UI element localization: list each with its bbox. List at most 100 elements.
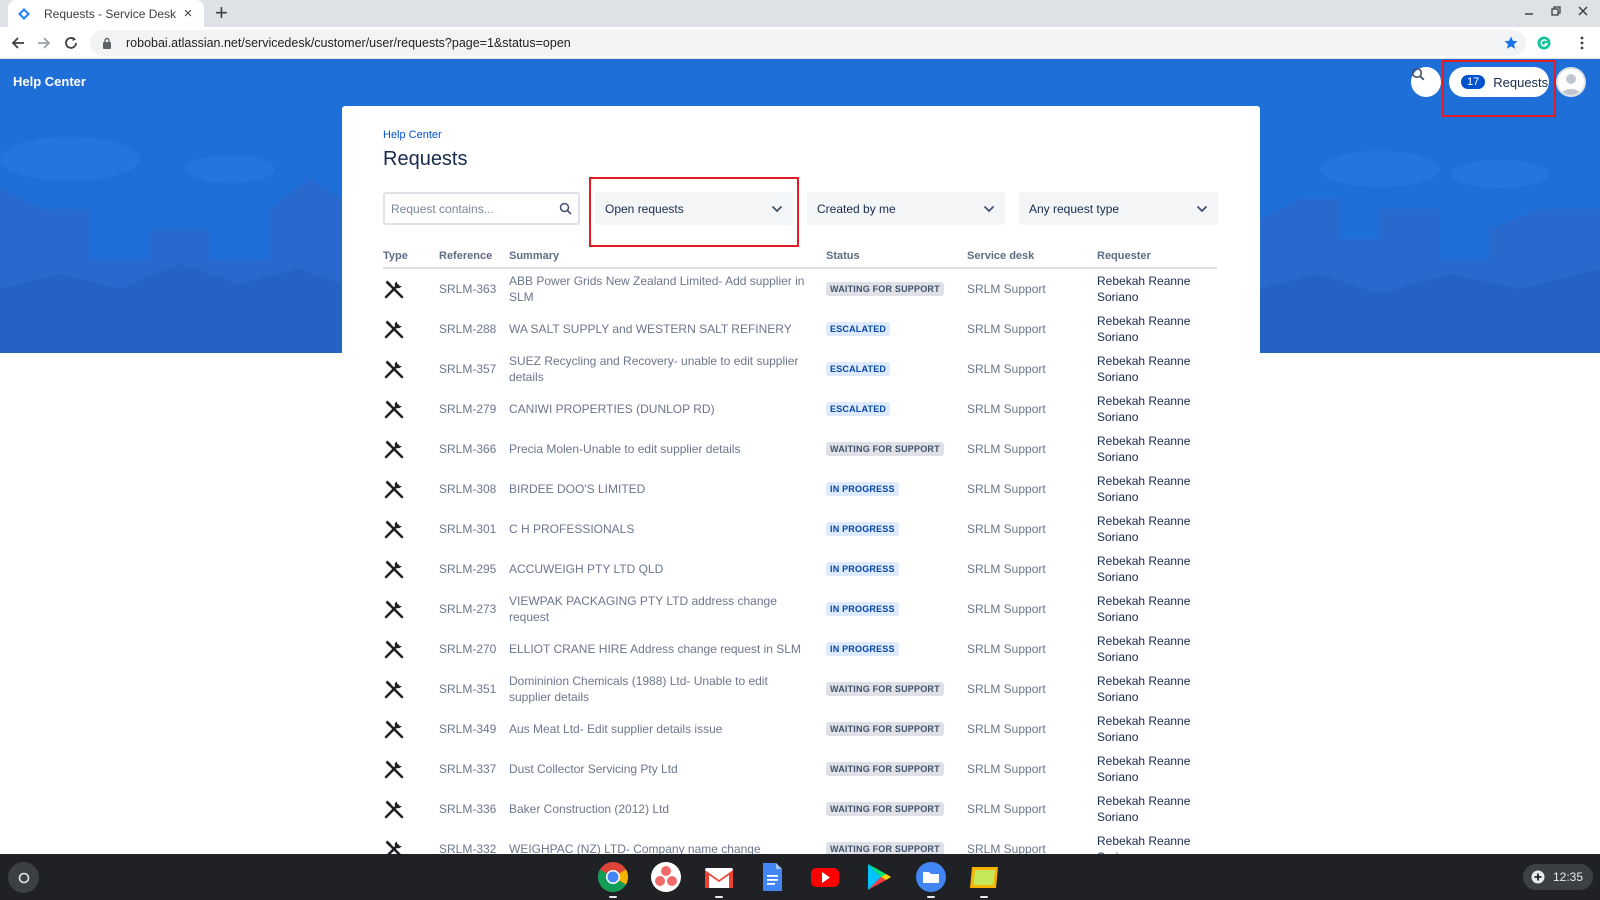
table-row[interactable]: SRLM-308 BIRDEE DOO'S LIMITED IN PROGRESS S… xyxy=(383,469,1217,509)
request-reference-link[interactable]: SRLM-301 xyxy=(439,509,496,549)
request-search-input[interactable] xyxy=(391,201,559,216)
table-row[interactable]: SRLM-270 ELLIOT CRANE HIRE Address change… xyxy=(383,629,1217,669)
status-tray[interactable]: 12:35 xyxy=(1523,864,1594,890)
request-reference-link[interactable]: SRLM-332 xyxy=(439,829,496,854)
status-cell: WAITING FOR SUPPORT xyxy=(826,429,944,469)
slides-app[interactable] xyxy=(967,860,1001,898)
service-desk-cell: SRLM Support xyxy=(967,362,1046,376)
url-path: /servicedesk/customer/user/requests?page… xyxy=(241,36,571,50)
jira-favicon-icon xyxy=(16,6,32,22)
grammarly-extension-icon[interactable] xyxy=(1534,33,1554,53)
request-reference-link[interactable]: SRLM-366 xyxy=(439,429,496,469)
table-row[interactable]: SRLM-301 C H PROFESSIONALS IN PROGRESS SRLM… xyxy=(383,509,1217,549)
lock-icon xyxy=(100,36,114,50)
restore-icon[interactable] xyxy=(1551,4,1561,19)
chevron-down-icon xyxy=(1196,205,1208,212)
column-header-reference[interactable]: Reference xyxy=(439,250,492,262)
asana-app[interactable] xyxy=(649,860,683,894)
status-badge: WAITING FOR SUPPORT xyxy=(826,282,944,296)
table-row[interactable]: SRLM-279 CANIWI PROPERTIES (DUNLOP RD) ESC… xyxy=(383,389,1217,429)
request-reference-link[interactable]: SRLM-337 xyxy=(439,749,496,789)
request-reference-link[interactable]: SRLM-270 xyxy=(439,629,496,669)
column-header-requester[interactable]: Requester xyxy=(1097,250,1151,262)
bookmark-star-icon[interactable] xyxy=(1501,33,1521,53)
youtube-app[interactable] xyxy=(808,860,842,894)
status-cell: IN PROGRESS xyxy=(826,509,899,549)
window-close-icon[interactable] xyxy=(1578,4,1588,19)
request-reference-link[interactable]: SRLM-288 xyxy=(439,309,496,349)
request-summary-link[interactable]: ELLIOT CRANE HIRE Address change request… xyxy=(509,629,809,669)
request-reference-link[interactable]: SRLM-351 xyxy=(439,669,496,709)
table-row[interactable]: SRLM-337 Dust Collector Servicing Pty Ltd… xyxy=(383,749,1217,789)
request-summary-link[interactable]: CANIWI PROPERTIES (DUNLOP RD) xyxy=(509,389,809,429)
request-summary-link[interactable]: WA SALT SUPPLY and WESTERN SALT REFINERY xyxy=(509,309,809,349)
column-header-status[interactable]: Status xyxy=(826,250,860,262)
back-arrow-icon[interactable] xyxy=(8,33,28,53)
person-icon xyxy=(1561,74,1581,95)
table-row[interactable]: SRLM-349 Aus Meat Ltd- Edit supplier deta… xyxy=(383,709,1217,749)
request-summary-link[interactable]: VIEWPAK PACKAGING PTY LTD address change… xyxy=(509,589,809,629)
request-reference-link[interactable]: SRLM-357 xyxy=(439,349,496,389)
header-search-button[interactable] xyxy=(1411,67,1441,97)
user-avatar[interactable] xyxy=(1556,67,1586,97)
table-header: Type Reference Summary Status Service de… xyxy=(383,247,1217,269)
browser-tab[interactable]: Requests - Service Desk × xyxy=(8,0,204,27)
status-cell: WAITING FOR SUPPORT xyxy=(826,749,944,789)
docs-app[interactable] xyxy=(755,860,789,894)
reload-icon[interactable] xyxy=(61,33,81,53)
help-center-logo-text[interactable]: Help Center xyxy=(13,74,86,89)
files-app[interactable] xyxy=(914,860,948,898)
owner-filter-dropdown[interactable]: Created by me xyxy=(807,192,1005,225)
request-summary-link[interactable]: Baker Construction (2012) Ltd xyxy=(509,789,809,829)
column-header-type[interactable]: Type xyxy=(383,250,408,262)
requester-cell: Rebekah Reanne Soriano xyxy=(1097,274,1191,304)
request-summary-link[interactable]: WEIGHPAC (NZ) LTD- Company name change xyxy=(509,829,809,854)
table-row[interactable]: SRLM-332 WEIGHPAC (NZ) LTD- Company name … xyxy=(383,829,1217,854)
request-reference-link[interactable]: SRLM-336 xyxy=(439,789,496,829)
request-type-filter-dropdown[interactable]: Any request type xyxy=(1019,192,1218,225)
new-tab-button[interactable]: + xyxy=(215,2,228,24)
request-summary-link[interactable]: Precia Molen-Unable to edit supplier det… xyxy=(509,429,809,469)
chrome-app[interactable] xyxy=(596,860,630,898)
column-header-service-desk[interactable]: Service desk xyxy=(967,250,1034,262)
request-summary-link[interactable]: SUEZ Recycling and Recovery- unable to e… xyxy=(509,349,809,389)
request-reference-link[interactable]: SRLM-295 xyxy=(439,549,496,589)
browser-menu-icon[interactable] xyxy=(1572,33,1592,53)
search-icon xyxy=(1411,67,1425,81)
status-filter-dropdown[interactable]: Open requests xyxy=(595,192,793,225)
request-reference-link[interactable]: SRLM-279 xyxy=(439,389,496,429)
request-reference-link[interactable]: SRLM-308 xyxy=(439,469,496,509)
request-reference-link[interactable]: SRLM-363 xyxy=(439,269,496,309)
table-row[interactable]: SRLM-357 SUEZ Recycling and Recovery- una… xyxy=(383,349,1217,389)
table-row[interactable]: SRLM-288 WA SALT SUPPLY and WESTERN SALT … xyxy=(383,309,1217,349)
request-summary-link[interactable]: ACCUWEIGH PTY LTD QLD xyxy=(509,549,809,589)
table-row[interactable]: SRLM-363 ABB Power Grids New Zealand Limi… xyxy=(383,269,1217,309)
table-row[interactable]: SRLM-336 Baker Construction (2012) Ltd WAI… xyxy=(383,789,1217,829)
table-row[interactable]: SRLM-366 Precia Molen-Unable to edit supp… xyxy=(383,429,1217,469)
request-summary-link[interactable]: ABB Power Grids New Zealand Limited- Add… xyxy=(509,269,809,309)
forward-arrow-icon[interactable] xyxy=(34,33,54,53)
service-request-type-icon xyxy=(383,589,407,629)
gmail-app[interactable] xyxy=(702,860,736,898)
breadcrumb[interactable]: Help Center xyxy=(383,129,442,141)
request-search-field[interactable] xyxy=(383,192,580,225)
table-row[interactable]: SRLM-351 Domininion Chemicals (1988) Ltd-… xyxy=(383,669,1217,709)
table-row[interactable]: SRLM-295 ACCUWEIGH PTY LTD QLD IN PROGRESS… xyxy=(383,549,1217,589)
column-header-summary[interactable]: Summary xyxy=(509,250,559,262)
request-reference-link[interactable]: SRLM-349 xyxy=(439,709,496,749)
request-summary-link[interactable]: Domininion Chemicals (1988) Ltd- Unable … xyxy=(509,669,809,709)
table-row[interactable]: SRLM-273 VIEWPAK PACKAGING PTY LTD addres… xyxy=(383,589,1217,629)
request-summary-link[interactable]: Dust Collector Servicing Pty Ltd xyxy=(509,749,809,789)
play-store-app[interactable] xyxy=(861,860,895,894)
requests-nav-button[interactable]: 17 Requests xyxy=(1449,67,1549,97)
address-bar[interactable]: robobai.atlassian.net /servicedesk/custo… xyxy=(90,30,1526,56)
request-summary-link[interactable]: Aus Meat Ltd- Edit supplier details issu… xyxy=(509,709,809,749)
tab-close-icon[interactable]: × xyxy=(180,5,196,22)
minimize-icon[interactable] xyxy=(1524,4,1534,19)
status-cell: IN PROGRESS xyxy=(826,629,899,669)
service-desk-cell: SRLM Support xyxy=(967,642,1046,656)
request-summary-link[interactable]: BIRDEE DOO'S LIMITED xyxy=(509,469,809,509)
request-summary-link[interactable]: C H PROFESSIONALS xyxy=(509,509,809,549)
request-reference-link[interactable]: SRLM-273 xyxy=(439,589,496,629)
launcher-button[interactable] xyxy=(8,862,39,893)
